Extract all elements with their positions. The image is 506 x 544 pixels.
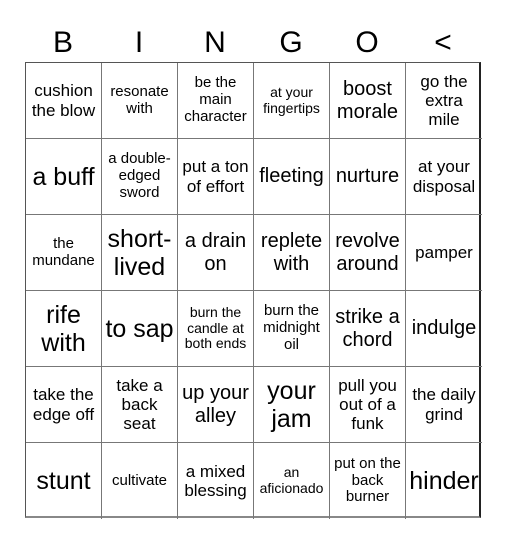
- bingo-cell[interactable]: your jam: [254, 367, 330, 443]
- bingo-cell[interactable]: the mundane: [26, 215, 102, 291]
- bingo-cell[interactable]: a mixed blessing: [178, 443, 254, 519]
- bingo-cell-text: up your alley: [182, 382, 249, 427]
- bingo-cell[interactable]: short-lived: [102, 215, 178, 291]
- bingo-cell[interactable]: rife with: [26, 291, 102, 367]
- bingo-cell-text: cushion the blow: [31, 81, 96, 120]
- bingo-cell[interactable]: resonate with: [102, 63, 178, 139]
- bingo-cell-text: a buff: [32, 162, 95, 191]
- bingo-cell[interactable]: indulge: [406, 291, 482, 367]
- bingo-cell-text: cultivate: [111, 471, 168, 489]
- bingo-cell-text: replete with: [260, 230, 323, 275]
- bingo-cell-text: an aficionado: [259, 464, 324, 496]
- bingo-cell[interactable]: go the extra mile: [406, 63, 482, 139]
- bingo-cell[interactable]: burn the candle at both ends: [178, 291, 254, 367]
- bingo-cell[interactable]: revolve around: [330, 215, 406, 291]
- bingo-cell[interactable]: to sap: [102, 291, 178, 367]
- header-letter-n: N: [204, 26, 226, 59]
- bingo-cell[interactable]: nurture: [330, 139, 406, 215]
- bingo-cell[interactable]: a double-edged sword: [102, 139, 178, 215]
- bingo-cell[interactable]: at your fingertips: [254, 63, 330, 139]
- bingo-cell-text: take a back seat: [116, 375, 163, 434]
- bingo-cell-text: pamper: [415, 242, 473, 262]
- bingo-cell-text: a double-edged sword: [108, 150, 171, 201]
- bingo-cell-text: resonate with: [110, 82, 169, 117]
- bingo-cell-text: take the edge off: [32, 385, 95, 424]
- bingo-cell[interactable]: hinder: [406, 443, 482, 519]
- bingo-cell[interactable]: the daily grind: [406, 367, 482, 443]
- bingo-cell-text: rife with: [41, 300, 86, 357]
- bingo-cell[interactable]: put a ton of effort: [178, 139, 254, 215]
- bingo-cell[interactable]: pamper: [406, 215, 482, 291]
- bingo-cell[interactable]: pull you out of a funk: [330, 367, 406, 443]
- bingo-cell[interactable]: cultivate: [102, 443, 178, 519]
- bingo-cell-text: at your fingertips: [263, 83, 320, 116]
- bingo-cell-text: the mundane: [32, 234, 95, 269]
- bingo-cell-text: revolve around: [335, 230, 400, 275]
- bingo-cell[interactable]: an aficionado: [254, 443, 330, 519]
- header-letter-o: O: [355, 26, 379, 59]
- bingo-cell[interactable]: be the main character: [178, 63, 254, 139]
- header-letter-b: B: [52, 26, 73, 59]
- header-letter-g: G: [279, 26, 303, 59]
- bingo-cell-text: put on the back burner: [334, 454, 401, 506]
- bingo-cell-text: stunt: [36, 467, 91, 495]
- bingo-cell[interactable]: stunt: [26, 443, 102, 519]
- header-letter-i: I: [134, 26, 144, 59]
- bingo-cell[interactable]: boost morale: [330, 63, 406, 139]
- bingo-cell-text: nurture: [335, 165, 400, 188]
- bingo-cell-text: hinder: [409, 467, 479, 495]
- bingo-cell[interactable]: a drain on: [178, 215, 254, 291]
- bingo-cell-text: go the extra mile: [420, 71, 468, 130]
- bingo-cell[interactable]: take a back seat: [102, 367, 178, 443]
- bingo-cell[interactable]: burn the midnight oil: [254, 291, 330, 367]
- bingo-board: cushion the blow resonate with be the main…: [25, 62, 482, 519]
- bingo-cell-text: indulge: [411, 317, 477, 340]
- bingo-cell-text: your jam: [267, 376, 316, 433]
- bingo-cell-text: put a ton of effort: [182, 157, 249, 196]
- bingo-cell-text: a mixed blessing: [184, 461, 247, 500]
- bingo-cell-text: the daily grind: [412, 385, 476, 424]
- bingo-cell[interactable]: fleeting: [254, 139, 330, 215]
- bingo-cell-text: short-lived: [107, 224, 172, 281]
- bingo-cell[interactable]: strike a chord: [330, 291, 406, 367]
- bingo-cell[interactable]: replete with: [254, 215, 330, 291]
- bingo-cell-text: fleeting: [259, 165, 324, 188]
- bingo-cell[interactable]: up your alley: [178, 367, 254, 443]
- bingo-cell[interactable]: put on the back burner: [330, 443, 406, 519]
- bingo-cell-text: boost morale: [336, 78, 399, 123]
- bingo-cell[interactable]: a buff: [26, 139, 102, 215]
- bingo-cell[interactable]: take the edge off: [26, 367, 102, 443]
- bingo-cell-text: pull you out of a funk: [338, 375, 397, 434]
- header-letter-extra: <: [434, 26, 452, 59]
- bingo-cell-text: burn the midnight oil: [263, 302, 320, 353]
- bingo-cell-text: strike a chord: [335, 306, 400, 351]
- bingo-cell[interactable]: at your disposal: [406, 139, 482, 215]
- bingo-cell-text: at your disposal: [412, 157, 476, 196]
- bingo-cell-text: to sap: [105, 314, 174, 343]
- bingo-cell-text: a drain on: [184, 230, 247, 275]
- bingo-cell-text: be the main character: [184, 74, 247, 125]
- bingo-header: B I N G O <: [25, 24, 481, 62]
- bingo-cell[interactable]: cushion the blow: [26, 63, 102, 139]
- bingo-cell-text: burn the candle at both ends: [184, 303, 247, 352]
